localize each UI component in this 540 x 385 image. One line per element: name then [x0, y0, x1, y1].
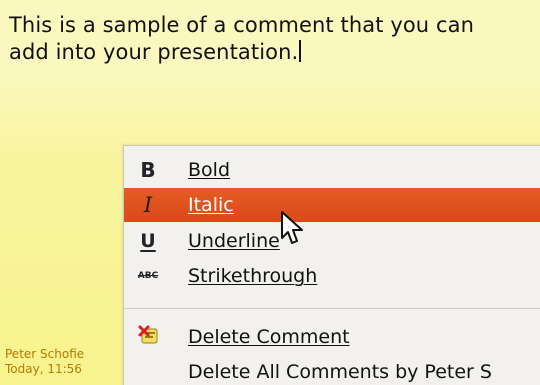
- menu-label-delete-all-comments: Delete All Comments by Peter S: [188, 361, 492, 383]
- underline-icon: U: [140, 230, 156, 252]
- text-cursor: [299, 40, 302, 62]
- menu-item-delete-all-comments[interactable]: Delete All Comments by Peter S: [124, 355, 540, 385]
- menu-label-delete-comment: Delete Comment: [188, 326, 350, 348]
- menu-item-italic[interactable]: I Italic: [124, 188, 540, 222]
- menu-label-italic: Italic: [188, 194, 234, 216]
- comment-text-line-2: add into your presentation.: [9, 40, 299, 64]
- menu-item-underline[interactable]: U Underline: [124, 224, 540, 258]
- menu-item-delete-comment[interactable]: Delete Comment: [124, 320, 540, 354]
- menu-item-bold[interactable]: B Bold: [124, 153, 540, 187]
- menu-label-strikethrough: Strikethrough: [188, 265, 318, 287]
- italic-icon: I: [143, 193, 153, 217]
- comment-text-editor[interactable]: This is a sample of a comment that you c…: [9, 12, 534, 66]
- comment-metadata: Peter Schofie Today, 11:56: [5, 347, 123, 377]
- delete-comment-icon: [137, 320, 159, 354]
- comment-timestamp: Today, 11:56: [5, 362, 82, 376]
- menu-separator: [124, 308, 540, 309]
- comment-context-menu[interactable]: B Bold I Italic U Underline ABC Striketh…: [123, 145, 540, 385]
- presentation-comment[interactable]: This is a sample of a comment that you c…: [0, 0, 540, 385]
- bold-icon: B: [140, 158, 156, 182]
- menu-item-strikethrough[interactable]: ABC Strikethrough: [124, 259, 540, 293]
- menu-label-underline: Underline: [188, 230, 280, 252]
- menu-label-bold: Bold: [188, 159, 230, 181]
- comment-author: Peter Schofie: [5, 347, 85, 361]
- strikethrough-icon: ABC: [137, 271, 159, 281]
- comment-text-line-1: This is a sample of a comment that you c…: [9, 13, 475, 37]
